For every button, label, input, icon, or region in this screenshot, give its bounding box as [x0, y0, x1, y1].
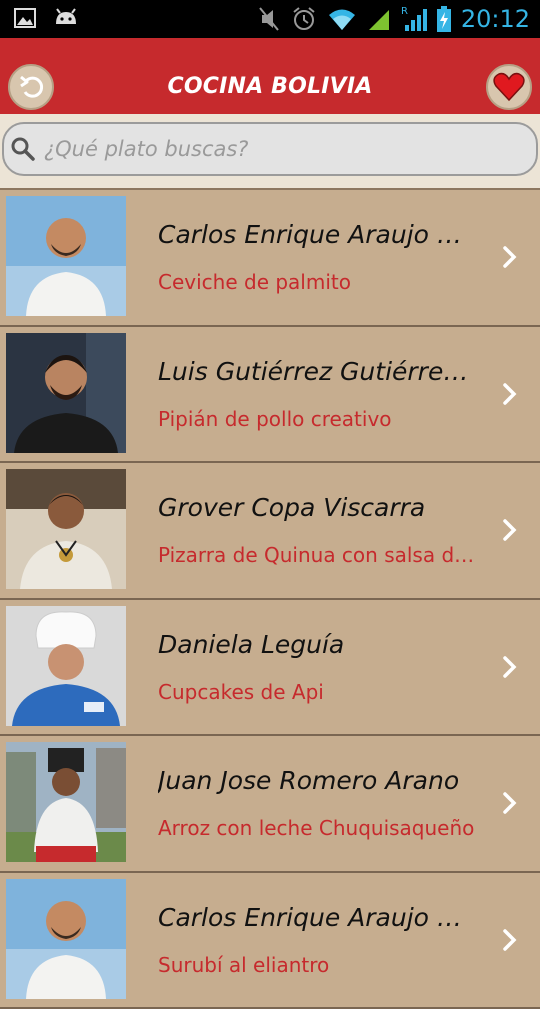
chef-photo: [6, 333, 126, 453]
list-item[interactable]: Carlos Enrique Araujo Urquizo Surubí al …: [0, 873, 540, 1009]
chef-name: Juan Jose Romero Arano: [158, 766, 476, 795]
chevron-right-icon: [500, 515, 520, 545]
roaming-signal-icon: R: [401, 5, 427, 33]
chef-name: Luis Gutiérrez Gutiérrez Gutiérrez: [158, 357, 476, 386]
chef-photo: [6, 606, 126, 726]
dish-name: Ceviche de palmito: [158, 270, 476, 294]
chef-name: Daniela Leguía: [158, 630, 476, 659]
search-input[interactable]: [44, 137, 504, 161]
search-icon: [10, 136, 36, 162]
chef-photo: [6, 469, 126, 589]
chevron-right-icon: [500, 925, 520, 955]
chevron-right-icon: [500, 788, 520, 818]
list-item[interactable]: Luis Gutiérrez Gutiérrez Gutiérrez Pipiá…: [0, 327, 540, 464]
clock: 20:12: [461, 3, 530, 35]
battery-charging-icon: [437, 6, 451, 32]
wifi-icon: [327, 6, 357, 32]
svg-text:R: R: [401, 6, 408, 17]
dish-name: Arroz con leche Chuquisaqueño: [158, 816, 476, 840]
page-title: COCINA BOLIVIA: [0, 74, 540, 99]
signal-icon: [367, 6, 391, 32]
dish-name: Pipián de pollo creativo: [158, 407, 476, 431]
chef-photo: [6, 879, 126, 999]
chef-name: Grover Copa Viscarra: [158, 493, 476, 522]
search-bar-container: [0, 114, 540, 188]
heart-icon: [493, 72, 525, 102]
list-item[interactable]: Daniela Leguía Cupcakes de Api: [0, 600, 540, 737]
chevron-right-icon: [500, 652, 520, 682]
search-box[interactable]: [2, 122, 538, 176]
chef-photo: [6, 742, 126, 862]
status-bar: R 20:12: [0, 0, 540, 38]
mute-icon: [257, 6, 281, 32]
recipe-list: Carlos Enrique Araujo Urquizo Ceviche de…: [0, 190, 540, 1009]
chevron-right-icon: [500, 242, 520, 272]
chef-photo: [6, 196, 126, 316]
alarm-icon: [291, 6, 317, 32]
favorites-button[interactable]: [486, 64, 532, 110]
list-item[interactable]: Juan Jose Romero Arano Arroz con leche C…: [0, 736, 540, 873]
chef-name: Carlos Enrique Araujo Urquizo: [158, 903, 476, 932]
chevron-right-icon: [500, 379, 520, 409]
dish-name: Surubí al eliantro: [158, 953, 476, 977]
dish-name: Pizarra de Quinua con salsa de tamarindo: [158, 543, 476, 567]
chef-name: Carlos Enrique Araujo Urquizo: [158, 220, 476, 249]
android-icon: [54, 8, 78, 28]
list-item[interactable]: Carlos Enrique Araujo Urquizo Ceviche de…: [0, 190, 540, 327]
dish-name: Cupcakes de Api: [158, 680, 476, 704]
list-item[interactable]: Grover Copa Viscarra Pizarra de Quinua c…: [0, 463, 540, 600]
image-icon: [14, 8, 36, 28]
app-header: COCINA BOLIVIA: [0, 38, 540, 114]
